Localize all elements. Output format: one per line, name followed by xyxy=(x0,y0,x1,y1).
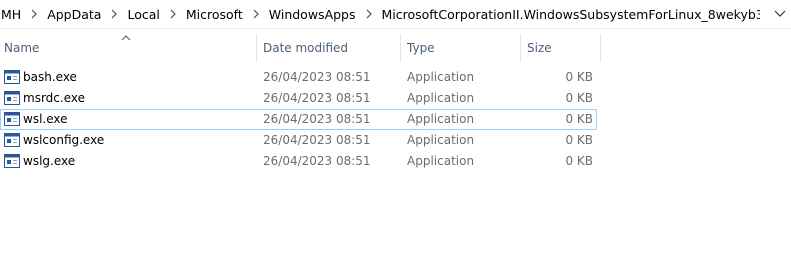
application-icon xyxy=(4,154,20,168)
file-size: 0 KB xyxy=(565,133,593,147)
column-resize-handle[interactable] xyxy=(520,34,521,62)
file-type: Application xyxy=(407,133,475,147)
file-name: msrdc.exe xyxy=(23,91,85,105)
file-type: Application xyxy=(407,112,475,126)
breadcrumb-item-local[interactable]: Local xyxy=(126,7,160,22)
chevron-right-icon[interactable] xyxy=(244,9,268,19)
file-row[interactable]: wsl.exe 26/04/2023 08:51 Application 0 K… xyxy=(0,109,597,130)
file-explorer: MH AppData Local Microsoft WindowsApps M… xyxy=(0,0,791,260)
divider xyxy=(0,28,791,29)
application-icon xyxy=(4,91,20,105)
file-size: 0 KB xyxy=(565,70,593,84)
breadcrumb-item-wsl-package[interactable]: MicrosoftCorporationII.WindowsSubsystemF… xyxy=(381,7,761,22)
breadcrumb-item-mh[interactable]: MH xyxy=(0,7,22,22)
application-icon xyxy=(4,133,20,147)
file-name: wsl.exe xyxy=(23,112,68,126)
file-list: bash.exe 26/04/2023 08:51 Application 0 … xyxy=(0,67,601,172)
file-name: wslconfig.exe xyxy=(23,133,105,147)
file-row[interactable]: msrdc.exe 26/04/2023 08:51 Application 0… xyxy=(0,88,597,109)
breadcrumb-item-windowsapps[interactable]: WindowsApps xyxy=(268,7,357,22)
file-size: 0 KB xyxy=(565,154,593,168)
file-row[interactable]: wslconfig.exe 26/04/2023 08:51 Applicati… xyxy=(0,130,597,151)
chevron-right-icon[interactable] xyxy=(357,9,381,19)
file-size: 0 KB xyxy=(565,91,593,105)
file-date: 26/04/2023 08:51 xyxy=(263,112,371,126)
column-headers: Name Date modified Type Size xyxy=(0,34,601,62)
application-icon xyxy=(4,70,20,84)
file-date: 26/04/2023 08:51 xyxy=(263,154,371,168)
column-header-type[interactable]: Type xyxy=(407,34,435,62)
column-header-size[interactable]: Size xyxy=(527,34,552,62)
file-date: 26/04/2023 08:51 xyxy=(263,91,371,105)
breadcrumb-item-microsoft[interactable]: Microsoft xyxy=(185,7,244,22)
column-resize-handle[interactable] xyxy=(256,34,257,62)
chevron-right-icon[interactable] xyxy=(161,9,185,19)
chevron-right-icon[interactable] xyxy=(102,9,126,19)
file-type: Application xyxy=(407,154,475,168)
sort-up-icon xyxy=(120,31,132,41)
chevron-right-icon[interactable] xyxy=(22,9,46,19)
column-resize-handle[interactable] xyxy=(600,34,601,62)
file-row[interactable]: wslg.exe 26/04/2023 08:51 Application 0 … xyxy=(0,151,597,172)
column-header-name[interactable]: Name xyxy=(4,34,39,62)
file-date: 26/04/2023 08:51 xyxy=(263,133,371,147)
breadcrumb: MH AppData Local Microsoft WindowsApps M… xyxy=(0,0,760,28)
file-name: bash.exe xyxy=(23,70,77,84)
file-size: 0 KB xyxy=(565,112,593,126)
column-resize-handle[interactable] xyxy=(400,34,401,62)
file-name: wslg.exe xyxy=(23,154,76,168)
application-icon xyxy=(4,112,20,126)
file-type: Application xyxy=(407,70,475,84)
file-row[interactable]: bash.exe 26/04/2023 08:51 Application 0 … xyxy=(0,67,597,88)
column-header-date[interactable]: Date modified xyxy=(263,34,348,62)
file-date: 26/04/2023 08:51 xyxy=(263,70,371,84)
file-type: Application xyxy=(407,91,475,105)
breadcrumb-item-appdata[interactable]: AppData xyxy=(46,7,102,22)
chevron-down-icon[interactable] xyxy=(773,8,787,20)
